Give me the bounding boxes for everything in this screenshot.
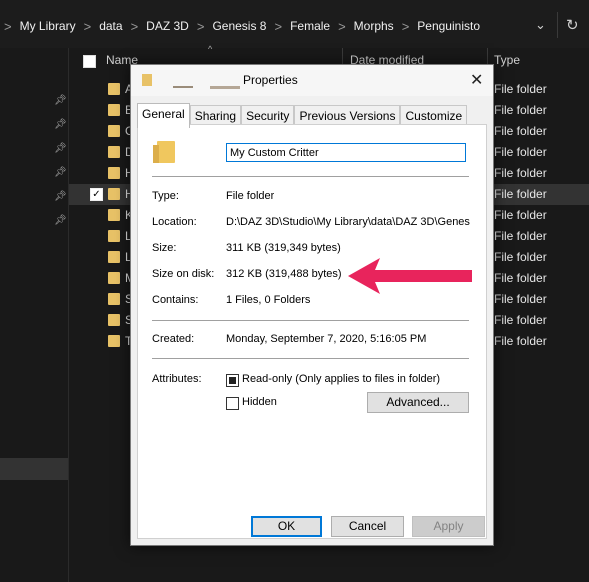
- advanced-button[interactable]: Advanced...: [367, 392, 469, 413]
- pin-icon[interactable]: 📌︎: [54, 143, 67, 155]
- ok-button[interactable]: OK: [251, 516, 322, 537]
- row-type: File folder: [494, 187, 547, 201]
- divider: [557, 12, 558, 38]
- folder-icon: [153, 141, 175, 163]
- tab-general[interactable]: General: [137, 103, 190, 128]
- chevron-down-icon[interactable]: ⌄: [535, 17, 546, 33]
- contains-label: Contains:: [152, 294, 199, 306]
- breadcrumb-item[interactable]: Morphs: [350, 19, 398, 33]
- folder-icon: [108, 251, 120, 263]
- close-icon[interactable]: ✕: [470, 70, 483, 90]
- row-type: File folder: [494, 124, 547, 138]
- general-tab-panel: [137, 124, 487, 539]
- chevron-right-icon[interactable]: >: [0, 19, 16, 34]
- apply-button[interactable]: Apply: [412, 516, 485, 537]
- folder-icon: [108, 314, 120, 326]
- folder-icon: [108, 188, 120, 200]
- folder-icon: [108, 272, 120, 284]
- divider: [152, 176, 469, 177]
- divider: [152, 320, 469, 321]
- folder-icon: [108, 125, 120, 137]
- column-header-type[interactable]: Type: [494, 53, 520, 67]
- tab-strip: General Sharing Security Previous Versions C…: [137, 103, 468, 128]
- breadcrumb-item[interactable]: My Library: [16, 19, 80, 33]
- location-label: Location:: [152, 216, 197, 228]
- pin-icon[interactable]: 📌︎: [54, 215, 67, 227]
- row-type: File folder: [494, 292, 547, 306]
- contains-value: 1 Files, 0 Folders: [226, 294, 311, 306]
- pin-icon[interactable]: 📌︎: [54, 95, 67, 107]
- created-value: Monday, September 7, 2020, 5:16:05 PM: [226, 333, 427, 345]
- row-type: File folder: [494, 334, 547, 348]
- properties-dialog[interactable]: Properties ✕ General Sharing Security Previ…: [130, 64, 494, 546]
- row-type: File folder: [494, 229, 547, 243]
- size-value: 311 KB (319,349 bytes): [226, 242, 341, 254]
- row-type: File folder: [494, 313, 547, 327]
- folder-icon: [108, 83, 120, 95]
- folder-name-input[interactable]: [226, 143, 466, 162]
- readonly-label: Read-only (Only applies to files in fold…: [242, 373, 441, 385]
- row-type: File folder: [494, 145, 547, 159]
- dialog-title: Properties: [243, 73, 298, 87]
- size-on-disk-value: 312 KB (319,488 bytes): [226, 268, 342, 280]
- size-label: Size:: [152, 242, 177, 254]
- pin-icon[interactable]: 📌︎: [54, 191, 67, 203]
- title-bar[interactable]: Properties ✕: [131, 65, 493, 96]
- folder-icon: [108, 335, 120, 347]
- breadcrumb-item[interactable]: Penguinisto: [413, 19, 484, 33]
- folder-icon: [142, 74, 152, 86]
- nav-pane-selected-item[interactable]: [0, 458, 68, 480]
- folder-icon: [108, 146, 120, 158]
- row-checkbox[interactable]: ✓: [90, 188, 103, 201]
- breadcrumb: > My Library > data > DAZ 3D > Genesis 8 > Female…: [0, 17, 484, 35]
- readonly-checkbox[interactable]: [226, 374, 239, 387]
- folder-icon: [108, 167, 120, 179]
- title-redacted: [173, 86, 193, 88]
- hidden-label: Hidden: [242, 396, 277, 408]
- annotation-arrow: [348, 258, 472, 294]
- row-type: File folder: [494, 208, 547, 222]
- chevron-right-icon[interactable]: >: [80, 19, 96, 34]
- folder-icon: [108, 104, 120, 116]
- breadcrumb-item[interactable]: Female: [286, 19, 334, 33]
- refresh-icon[interactable]: ↻: [566, 16, 579, 34]
- row-type: File folder: [494, 103, 547, 117]
- chevron-right-icon[interactable]: >: [270, 19, 286, 34]
- chevron-right-icon[interactable]: >: [193, 19, 209, 34]
- location-value: D:\DAZ 3D\Studio\My Library\data\DAZ 3D\…: [226, 216, 470, 228]
- breadcrumb-item[interactable]: DAZ 3D: [142, 19, 193, 33]
- folder-icon: [108, 209, 120, 221]
- size-on-disk-label: Size on disk:: [152, 268, 215, 280]
- type-label: Type:: [152, 190, 179, 202]
- breadcrumb-item[interactable]: Genesis 8: [208, 19, 270, 33]
- sort-ascending-icon: ^: [208, 44, 213, 54]
- created-label: Created:: [152, 333, 195, 345]
- type-value: File folder: [226, 190, 275, 202]
- folder-icon: [108, 230, 120, 242]
- chevron-right-icon[interactable]: >: [398, 19, 414, 34]
- attributes-label: Attributes:: [152, 373, 202, 385]
- cancel-button[interactable]: Cancel: [331, 516, 404, 537]
- pin-icon[interactable]: 📌︎: [54, 119, 67, 131]
- pin-icon[interactable]: 📌︎: [54, 167, 67, 179]
- address-bar[interactable]: > My Library > data > DAZ 3D > Genesis 8 > Female…: [0, 0, 589, 48]
- hidden-checkbox[interactable]: [226, 397, 239, 410]
- row-type: File folder: [494, 250, 547, 264]
- row-type: File folder: [494, 166, 547, 180]
- title-redacted: [210, 86, 240, 89]
- breadcrumb-item[interactable]: data: [95, 19, 126, 33]
- row-type: File folder: [494, 271, 547, 285]
- chevron-right-icon[interactable]: >: [127, 19, 143, 34]
- chevron-right-icon[interactable]: >: [334, 19, 350, 34]
- folder-icon: [108, 293, 120, 305]
- select-all-checkbox[interactable]: [83, 55, 96, 68]
- row-type: File folder: [494, 82, 547, 96]
- divider: [152, 358, 469, 359]
